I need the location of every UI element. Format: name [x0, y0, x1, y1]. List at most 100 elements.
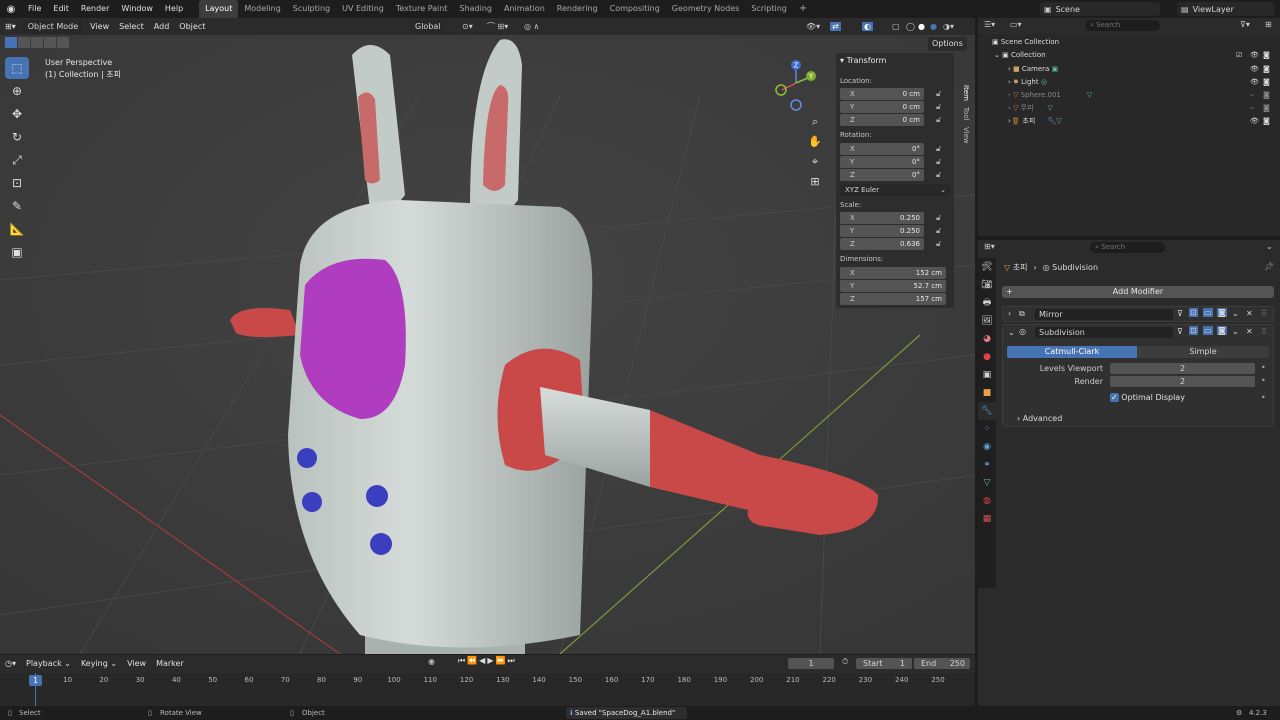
rotation-x-field[interactable]: X 0°: [840, 143, 924, 155]
options-dropdown[interactable]: Options: [928, 37, 967, 51]
eye-icon[interactable]: 👁: [1250, 76, 1259, 89]
keyframe-dot-icon[interactable]: •: [1261, 363, 1266, 372]
new-collection-icon[interactable]: ⊞: [1265, 20, 1272, 29]
3d-viewport[interactable]: ⬚ ⊕ ✥ ↻ ⤢ ⊡ ✎ 📐 ▣ User Perspective (1) C…: [0, 35, 975, 654]
scene-tab-icon[interactable]: ◕: [978, 330, 996, 348]
transform-panel-header[interactable]: ▾ Transform: [840, 56, 886, 65]
optimal-display-checkbox[interactable]: ✓ Optimal Display: [1110, 393, 1185, 402]
location-z-field[interactable]: Z0 cm: [840, 114, 924, 126]
ortho-grid-icon[interactable]: ⊞: [806, 175, 824, 188]
lock-icon[interactable]: 🔓︎: [936, 213, 946, 223]
lock-icon[interactable]: 🔓︎: [936, 226, 946, 236]
modifier-tab-icon[interactable]: 🔧︎: [978, 402, 996, 420]
add-cube-tool-icon[interactable]: ▣: [5, 241, 29, 263]
viewport-display-icon[interactable]: ▭: [1203, 308, 1213, 317]
editor-type-icon[interactable]: ⊞▾: [0, 19, 21, 34]
select-new-icon[interactable]: [5, 37, 17, 48]
gizmo-toggle-icon[interactable]: ⇄: [830, 22, 841, 31]
world-tab-icon[interactable]: ●: [978, 348, 996, 366]
keyframe-dot-icon[interactable]: •: [1261, 376, 1266, 385]
timeline-track[interactable]: 1102030405060708090100110120130140150160…: [0, 673, 975, 706]
scale-tool-icon[interactable]: ⤢: [5, 149, 29, 171]
data-tab-icon[interactable]: ▽: [978, 474, 996, 492]
menu-edit[interactable]: Edit: [47, 0, 75, 18]
catmull-clark-button[interactable]: Catmull-Clark: [1007, 346, 1137, 358]
transform-orientation-dropdown[interactable]: Global: [410, 19, 446, 34]
tab-uv-editing[interactable]: UV Editing: [336, 0, 390, 18]
render-tab-icon[interactable]: 📷︎: [978, 276, 996, 294]
location-x-field[interactable]: X0 cm: [840, 88, 924, 100]
camera-render-icon[interactable]: ◙: [1263, 115, 1270, 128]
expand-icon[interactable]: ›: [1008, 309, 1011, 318]
eye-closed-icon[interactable]: ⌣: [1250, 89, 1255, 102]
tool-tab-icon[interactable]: 🛠︎: [978, 258, 996, 276]
tab-modeling[interactable]: Modeling: [238, 0, 286, 18]
pivot-icon[interactable]: ⊙▾: [462, 22, 473, 31]
overlay-toggle-icon[interactable]: ◐: [862, 22, 873, 31]
transform-tool-icon[interactable]: ⊡: [5, 172, 29, 194]
cage-icon[interactable]: ⊡: [1189, 326, 1198, 335]
eye-icon[interactable]: 👁: [1250, 63, 1259, 76]
sidebar-tab-view[interactable]: View: [962, 127, 970, 144]
eye-closed-icon[interactable]: ⌣: [1250, 102, 1255, 115]
shading-rendered-icon[interactable]: ◑▾: [943, 22, 954, 31]
physics-tab-icon[interactable]: ◉: [978, 438, 996, 456]
simple-button[interactable]: Simple: [1137, 346, 1269, 358]
scene-selector[interactable]: ▣ Scene: [1040, 2, 1160, 16]
scale-y-field[interactable]: Y 0.250: [840, 225, 924, 237]
menu-select[interactable]: Select: [114, 19, 149, 34]
timeline-view-menu[interactable]: View: [122, 656, 151, 671]
navigation-gizmo[interactable]: Z Y: [772, 57, 822, 111]
rotate-tool-icon[interactable]: ↻: [5, 126, 29, 148]
eye-icon[interactable]: 👁: [1250, 115, 1259, 128]
annotate-tool-icon[interactable]: ✎: [5, 195, 29, 217]
expand-icon[interactable]: ›: [978, 117, 1013, 125]
eye-icon[interactable]: 👁: [1250, 49, 1259, 62]
blender-logo-icon[interactable]: ◉: [0, 4, 22, 15]
sidebar-tab-item[interactable]: Item: [962, 85, 970, 101]
particles-tab-icon[interactable]: ⁘: [978, 420, 996, 438]
lock-icon[interactable]: 🔓︎: [936, 170, 946, 180]
expand-icon[interactable]: ›: [978, 65, 1013, 73]
lock-icon[interactable]: 🔓︎: [936, 115, 946, 125]
save-report[interactable]: ℹ Saved "SpaceDog_A1.blend": [566, 707, 688, 719]
scale-x-field[interactable]: X 0.250: [840, 212, 924, 224]
shading-wireframe-icon[interactable]: ◯: [906, 22, 915, 31]
object-tab-icon[interactable]: ■: [978, 384, 996, 402]
viewport-display-icon[interactable]: ▭: [1203, 326, 1213, 335]
chevron-down-icon[interactable]: ⌄: [1232, 309, 1239, 318]
output-tab-icon[interactable]: 🖶︎: [978, 294, 996, 312]
menu-window[interactable]: Window: [115, 0, 159, 18]
rotation-mode-dropdown[interactable]: XYZ Euler ⌄: [840, 184, 950, 196]
tab-scripting[interactable]: Scripting: [745, 0, 793, 18]
drag-handle-icon[interactable]: ⠿: [1261, 309, 1267, 318]
collection-tab-icon[interactable]: ▣: [978, 366, 996, 384]
chevron-down-icon[interactable]: ⌄: [1266, 242, 1273, 251]
editor-type-icon[interactable]: ◷▾: [0, 656, 21, 671]
shading-material-icon[interactable]: ●: [930, 22, 937, 31]
outliner-item-chopi[interactable]: › ▽ 초피 🔧︎▽ 👁 ◙: [978, 115, 1280, 128]
close-icon[interactable]: ✕: [1246, 309, 1253, 318]
prev-key-icon[interactable]: ⏪: [467, 656, 479, 665]
tab-animation[interactable]: Animation: [498, 0, 551, 18]
dimensions-y-field[interactable]: Y 52.7 cm: [840, 280, 946, 292]
snap-icon[interactable]: ⌒ ⊞▾: [487, 21, 508, 32]
display-mode-icon[interactable]: ▭▾: [1010, 20, 1022, 29]
playhead[interactable]: 1: [29, 675, 42, 686]
cage-icon[interactable]: ⊡: [1189, 308, 1198, 317]
expand-icon[interactable]: ›: [978, 104, 1013, 112]
menu-render[interactable]: Render: [75, 0, 115, 18]
start-frame-field[interactable]: Start 1: [856, 658, 912, 669]
checkbox-icon[interactable]: ☑: [1236, 49, 1242, 62]
properties-search-input[interactable]: ⌕ Search: [1090, 242, 1165, 253]
rotation-z-field[interactable]: Z 0°: [840, 169, 924, 181]
outliner-collection[interactable]: ⌄ ▣ Collection ☑ 👁 ◙: [978, 49, 1280, 62]
menu-object[interactable]: Object: [174, 19, 210, 34]
material-tab-icon[interactable]: ◍: [978, 492, 996, 510]
dimensions-x-field[interactable]: X 152 cm: [840, 267, 946, 279]
playback-menu[interactable]: Playback ⌄: [21, 656, 76, 671]
camera-render-icon[interactable]: ◙: [1263, 102, 1270, 115]
sidebar-tab-tool[interactable]: Tool: [962, 107, 970, 121]
keying-menu[interactable]: Keying ⌄: [76, 656, 122, 671]
collapse-icon[interactable]: ⌄: [1008, 328, 1015, 337]
